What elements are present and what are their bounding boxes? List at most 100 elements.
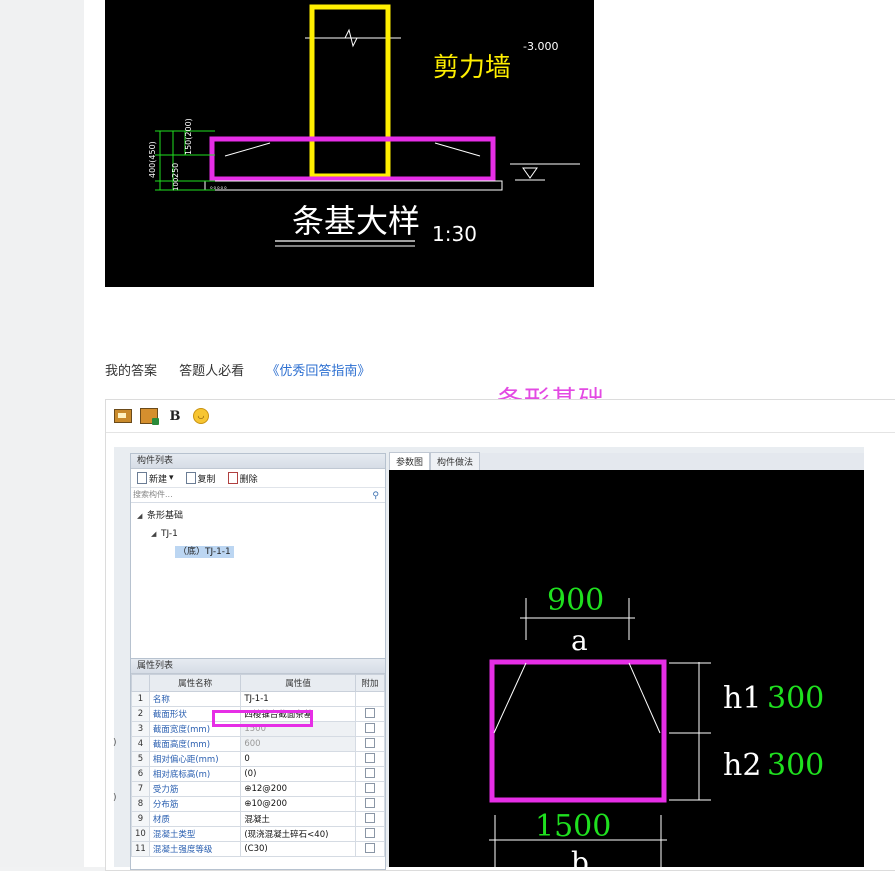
expand-icon[interactable]: ◢ (151, 525, 161, 543)
delete-button[interactable]: 删除 (227, 472, 258, 485)
answer-guide-link[interactable]: 《优秀回答指南》 (266, 364, 370, 379)
col-name-header: 属性名称 (148, 674, 242, 692)
bold-icon[interactable]: B (166, 407, 184, 425)
extra-checkbox[interactable] (365, 752, 375, 763)
property-name: 分布筋 (148, 796, 242, 812)
copy-button[interactable]: 复制 (185, 472, 216, 485)
property-value[interactable]: (C30) (240, 841, 356, 857)
tab-params[interactable]: 参数图 (389, 452, 431, 470)
shape-highlight-box (212, 710, 313, 727)
extra-checkbox[interactable] (365, 782, 375, 793)
h1-label: h1 (723, 681, 761, 716)
extra-checkbox[interactable] (365, 812, 375, 823)
property-list-panel: 属性列表 属性名称 属性值 附加 1 名称 TJ-1-1 2 截面形状 四棱锥台截面条基 3… (130, 658, 386, 870)
extra-checkbox[interactable] (365, 707, 375, 718)
tree-item-leaf[interactable]: （底）TJ-1-1 (131, 543, 385, 561)
extra-checkbox-cell (355, 811, 385, 827)
extra-checkbox[interactable] (365, 722, 375, 733)
property-name: 混凝土类型 (148, 826, 242, 842)
property-row[interactable]: 7 受力筋 ⊕12@200 (131, 781, 385, 797)
extra-checkbox-cell (355, 796, 385, 812)
col-extra-header: 附加 (355, 674, 385, 692)
row-number: 10 (131, 826, 150, 842)
left-gutter (0, 0, 84, 867)
dim-base: 100 (172, 178, 180, 191)
property-value[interactable]: 混凝土 (240, 811, 356, 827)
component-tree: ◢ 条形基础 ◢ TJ-1 （底）TJ-1-1 (131, 503, 385, 561)
extra-checkbox[interactable] (365, 842, 375, 853)
extra-checkbox-cell (355, 706, 385, 722)
property-row[interactable]: 1 名称 TJ-1-1 (131, 691, 385, 707)
dim-lower: 250 (171, 163, 180, 178)
wall-label: 剪力墙 (433, 53, 511, 83)
property-row[interactable]: 11 混凝土强度等级 (C30) (131, 841, 385, 857)
property-name: 截面高度(mm) (148, 736, 242, 752)
elevation-label: -3.000 (523, 40, 558, 53)
svg-text:。。。。。: 。。。。。 (210, 182, 231, 190)
search-icon[interactable]: ⚲ (372, 489, 379, 503)
tab-method[interactable]: 构件做法 (430, 452, 481, 470)
property-value[interactable]: 600 (240, 736, 356, 752)
extra-checkbox-cell (355, 841, 385, 857)
tree-item-child[interactable]: ◢ TJ-1 (131, 525, 385, 543)
property-row[interactable]: 5 相对偏心距(mm) 0 (131, 751, 385, 767)
image-icon[interactable] (114, 407, 132, 425)
footing-outline (209, 136, 496, 182)
property-row[interactable]: 9 材质 混凝土 (131, 811, 385, 827)
extra-checkbox[interactable] (365, 737, 375, 748)
my-answer-label: 我的答案 (105, 364, 158, 379)
expand-icon[interactable]: ◢ (137, 507, 147, 525)
top-width-label: a (571, 624, 588, 657)
property-name: 相对底标高(m) (148, 766, 242, 782)
extra-checkbox-cell (355, 721, 385, 737)
extra-checkbox-cell (355, 826, 385, 842)
new-doc-icon (137, 472, 147, 484)
property-row[interactable]: 4 截面高度(mm) 600 (131, 736, 385, 752)
property-row[interactable]: 8 分布筋 ⊕10@200 (131, 796, 385, 812)
new-button[interactable]: 新建 ▾ (137, 472, 174, 485)
property-row[interactable]: 6 相对底标高(m) (0) (131, 766, 385, 782)
component-list-title: 构件列表 (131, 454, 385, 469)
side-mark: ) (113, 793, 117, 803)
extra-checkbox[interactable] (365, 767, 375, 778)
image-upload-icon[interactable] (140, 407, 159, 425)
detail-scale: 1:30 (432, 222, 477, 246)
row-number: 2 (131, 706, 150, 722)
extra-checkbox[interactable] (365, 797, 375, 808)
property-value[interactable]: ⊕12@200 (240, 781, 356, 797)
row-number: 3 (131, 721, 150, 737)
col-value-header: 属性值 (240, 674, 356, 692)
editor-toolbar: B ◡ (106, 400, 895, 433)
property-name: 材质 (148, 811, 242, 827)
property-value[interactable]: TJ-1-1 (240, 691, 356, 707)
tree-item-root[interactable]: ◢ 条形基础 (131, 507, 385, 525)
dim-total: 400(450) (148, 141, 157, 178)
component-list-panel: 构件列表 新建 ▾ 复制 删除 搜索构件... ⚲ ◢ 条形基础 ◢ TJ-1 （底）… (130, 453, 386, 660)
row-number: 11 (131, 841, 150, 857)
extra-checkbox-cell (355, 751, 385, 767)
extra-checkbox-cell (355, 691, 385, 707)
extra-checkbox-cell (355, 736, 385, 752)
dim-upper: 150(200) (184, 118, 193, 155)
component-search-input[interactable]: 搜索构件... ⚲ (131, 488, 385, 503)
property-value[interactable]: (0) (240, 766, 356, 782)
right-tabs: 参数图 构件做法 (389, 452, 864, 470)
bottom-width-label: b (571, 846, 589, 867)
row-number: 9 (131, 811, 150, 827)
section-parameter-drawing: 900 a h1 300 h2 300 1500 b (389, 470, 864, 867)
property-value[interactable]: 0 (240, 751, 356, 767)
extra-checkbox[interactable] (365, 827, 375, 838)
h1-value: 300 (767, 681, 824, 716)
property-name: 名称 (148, 691, 242, 707)
property-list-title: 属性列表 (131, 659, 385, 674)
bottom-width-value: 1500 (535, 809, 611, 844)
property-row[interactable]: 10 混凝土类型 (现浇混凝土碎石<40) (131, 826, 385, 842)
detail-title: 条基大样 (292, 202, 420, 240)
emoji-icon[interactable]: ◡ (192, 407, 210, 425)
property-value[interactable]: ⊕10@200 (240, 796, 356, 812)
component-toolbar: 新建 ▾ 复制 删除 (131, 469, 385, 488)
property-value[interactable]: (现浇混凝土碎石<40) (240, 826, 356, 842)
row-number: 8 (131, 796, 150, 812)
copy-icon (185, 472, 196, 484)
property-name: 受力筋 (148, 781, 242, 797)
